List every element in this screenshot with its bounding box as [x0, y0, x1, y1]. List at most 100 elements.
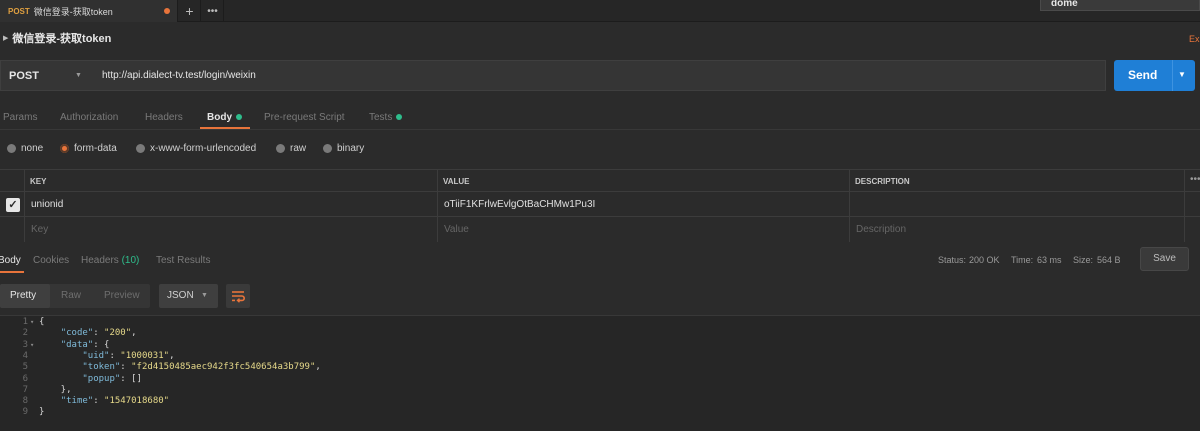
viewer-toolbar: Pretty Raw Preview JSON ▼: [0, 284, 1200, 308]
line-number: 8: [22, 396, 28, 407]
radio-icon: [136, 144, 145, 153]
params-table: KEY VALUE DESCRIPTION ••• ✓ unionid oTii…: [0, 169, 1200, 242]
time-value[interactable]: 63 ms: [1037, 255, 1062, 265]
tab-headers[interactable]: Headers: [145, 112, 183, 123]
tab-method: POST: [8, 6, 30, 16]
radio-form-data[interactable]: form-data: [60, 143, 117, 154]
table-row: ✓ unionid oTiiF1KFrlwEvlgOtBaCHMw1Pu3I: [0, 193, 1200, 217]
line-number: 5: [22, 362, 28, 373]
format-label: JSON: [167, 290, 194, 301]
radio-icon: [7, 144, 16, 153]
request-tabs: Params Authorization Headers Body Pre-re…: [0, 108, 1200, 128]
line-number: 6: [22, 373, 28, 384]
value-input[interactable]: Value: [444, 224, 469, 235]
wrap-lines-button[interactable]: [226, 284, 250, 308]
status-value[interactable]: 200 OK: [969, 255, 1000, 265]
code-line: {: [39, 317, 45, 327]
line-number: 1: [22, 317, 28, 327]
code-line: },: [39, 384, 72, 395]
code-line: "code": "200",: [60, 328, 137, 339]
tab-pre-request-script[interactable]: Pre-request Script: [264, 112, 345, 123]
size-label: Size:: [1073, 255, 1094, 265]
row-key[interactable]: unionid: [31, 199, 63, 210]
size-value[interactable]: 564 B: [1097, 255, 1121, 265]
url-bar: POST ▼ http://api.dialect-tv.test/login/…: [0, 60, 1106, 91]
radio-binary[interactable]: binary: [323, 143, 364, 154]
tab-params[interactable]: Params: [3, 112, 37, 123]
header-key: KEY: [30, 177, 47, 186]
radio-label: raw: [290, 143, 307, 154]
wrap-lines-icon: [232, 291, 245, 303]
examples-link[interactable]: Ex: [1189, 34, 1200, 44]
active-dot-icon: [396, 114, 403, 121]
divider: [0, 129, 1200, 130]
request-title: 微信登录-获取token: [12, 33, 112, 45]
more-tabs-icon[interactable]: •••: [202, 0, 224, 22]
radio-icon: [323, 144, 332, 153]
tab-tests[interactable]: Tests: [369, 112, 403, 123]
tab-response-body[interactable]: Body: [0, 255, 21, 266]
send-button[interactable]: Send ▼: [1114, 60, 1195, 91]
code-line: }: [39, 407, 45, 418]
description-input[interactable]: Description: [856, 224, 906, 235]
radio-raw[interactable]: raw: [276, 143, 306, 154]
send-label: Send: [1128, 68, 1158, 82]
chevron-down-icon: ▼: [201, 292, 208, 299]
line-number: 2: [22, 328, 28, 339]
fold-toggle-icon[interactable]: ▾: [30, 318, 34, 326]
request-title-row: ▶ 微信登录-获取token: [0, 28, 111, 48]
radio-icon: [276, 144, 285, 153]
view-mode-switch: Pretty Raw Preview: [0, 284, 150, 308]
mode-preview[interactable]: Preview: [104, 284, 140, 308]
code-line: "uid": "1000031",: [82, 350, 175, 361]
url-input[interactable]: http://api.dialect-tv.test/login/weixin: [102, 61, 256, 90]
line-number: 3: [22, 339, 28, 350]
checkbox[interactable]: ✓: [6, 198, 20, 212]
time-label: Time:: [1011, 255, 1034, 265]
tab-cookies[interactable]: Cookies: [33, 255, 69, 266]
unsaved-dot-icon: [164, 8, 170, 14]
request-tab[interactable]: POST 微信登录-获取token: [0, 0, 178, 22]
radio-label: binary: [337, 143, 365, 154]
code-line: "token": "f2d4150485aec942f3fc540654a3b7…: [82, 362, 321, 373]
row-value[interactable]: oTiiF1KFrlwEvlgOtBaCHMw1Pu3I: [444, 199, 595, 210]
radio-selected-icon: [60, 144, 69, 153]
tab-tests-label: Tests: [369, 112, 393, 123]
tab-response-headers[interactable]: Headers (10): [81, 255, 139, 266]
method-label: POST: [9, 69, 39, 82]
table-row-empty: Key Value Description: [0, 218, 1200, 242]
code-line: "popup": []: [82, 373, 142, 384]
save-response-button[interactable]: Save: [1140, 247, 1189, 271]
new-tab-button[interactable]: +: [179, 0, 201, 22]
tab-authorization[interactable]: Authorization: [60, 112, 118, 123]
mode-raw[interactable]: Raw: [61, 284, 81, 308]
environment-selector[interactable]: dome: [1040, 0, 1200, 11]
key-input[interactable]: Key: [31, 224, 48, 235]
method-dropdown[interactable]: POST ▼: [1, 61, 91, 90]
tab-body[interactable]: Body: [207, 112, 242, 123]
body-type-options: none form-data x-www-form-urlencoded raw…: [0, 140, 600, 158]
headers-count: (10): [121, 255, 140, 266]
chevron-down-icon[interactable]: ▼: [1178, 70, 1186, 79]
mode-pretty[interactable]: Pretty: [0, 284, 50, 308]
radio-urlencoded[interactable]: x-www-form-urlencoded: [136, 143, 256, 154]
send-divider: [1172, 60, 1173, 91]
radio-none[interactable]: none: [7, 143, 43, 154]
response-tabs: Body Cookies Headers (10) Test Results S…: [0, 248, 1200, 272]
fold-toggle-icon[interactable]: ▾: [30, 341, 34, 349]
code-line: "time": "1547018680": [60, 396, 170, 407]
caret-right-icon[interactable]: ▶: [3, 34, 8, 42]
tab-name: 微信登录-获取token: [33, 6, 113, 17]
tab-bar: POST 微信登录-获取token + ••• dome: [0, 0, 1200, 22]
radio-label: x-www-form-urlencoded: [150, 143, 257, 154]
response-body-viewer[interactable]: 1 ▾{2 "code": "200", 3 ▾ "data": {4 "uid": …: [0, 316, 1200, 431]
more-options-icon[interactable]: •••: [1190, 174, 1200, 185]
header-value: VALUE: [443, 177, 470, 186]
tab-test-results[interactable]: Test Results: [156, 255, 210, 266]
table-header: KEY VALUE DESCRIPTION •••: [0, 170, 1200, 192]
status-label: Status:: [938, 255, 967, 265]
chevron-down-icon: ▼: [75, 72, 82, 79]
format-dropdown[interactable]: JSON ▼: [159, 284, 218, 308]
code-line: "data": {: [60, 339, 110, 350]
line-number: 9: [22, 407, 28, 418]
